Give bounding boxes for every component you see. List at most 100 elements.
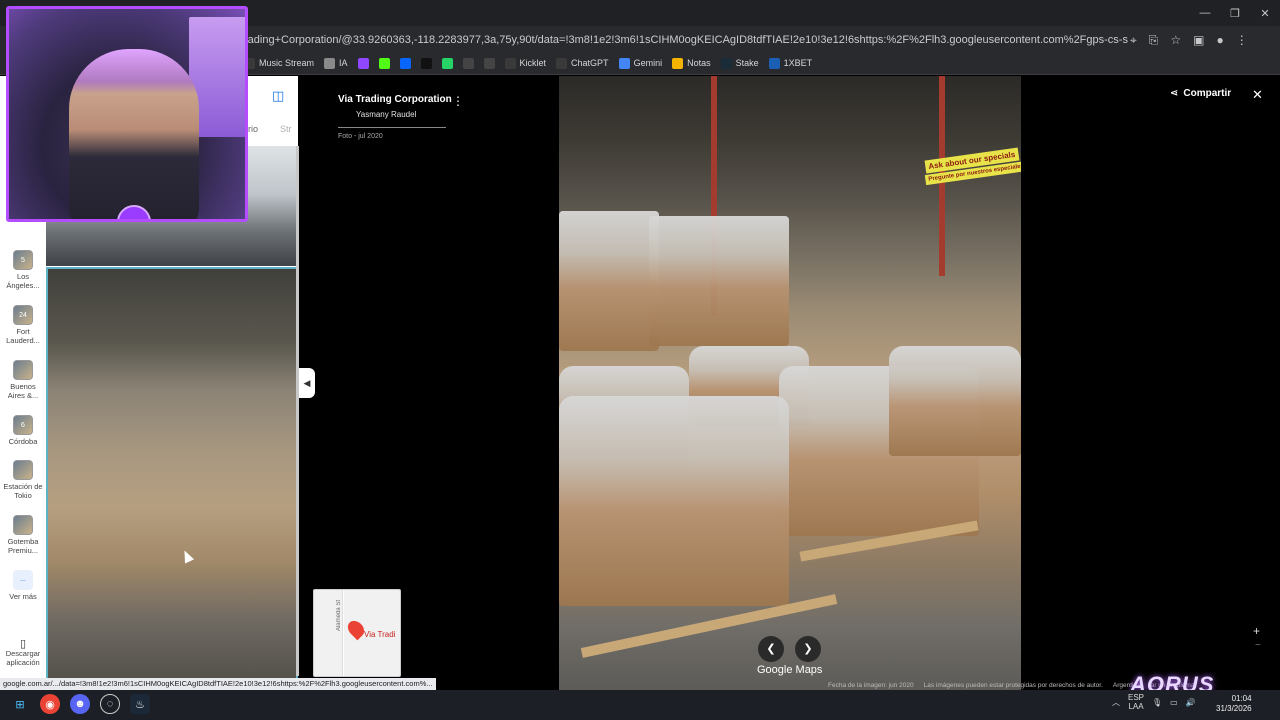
share-page-icon[interactable]: ⎘ bbox=[1149, 30, 1159, 50]
star-icon[interactable]: ☆ bbox=[1170, 30, 1181, 50]
place-label: Gotemba Premiu... bbox=[7, 537, 39, 555]
panel-tab-partial[interactable]: rio bbox=[248, 124, 258, 134]
url-field[interactable]: rading+Corporation/@33.9260363,-118.2283… bbox=[244, 30, 1128, 50]
bookmarks-list: Music Stream IA Kicklet ChatGPT Gemini Notas S… bbox=[244, 55, 812, 71]
next-photo-button[interactable]: ❯ bbox=[795, 636, 821, 662]
folder-icon bbox=[324, 57, 336, 69]
panel-tab-partial-2[interactable]: Str bbox=[280, 124, 292, 134]
bookmark-label: ChatGPT bbox=[571, 58, 609, 68]
bookmark-item[interactable] bbox=[483, 55, 495, 71]
share-icon: ⋖ bbox=[1170, 88, 1179, 99]
clock[interactable]: 01:04 31/3/2026 bbox=[1216, 694, 1252, 714]
bookmark-item[interactable]: IA bbox=[324, 55, 348, 71]
add-photo-icon[interactable]: ◫ bbox=[272, 88, 288, 103]
recent-place-item[interactable]: 5 Los Ángeles... bbox=[2, 250, 44, 290]
recent-place-item[interactable]: ... Ver más bbox=[2, 570, 44, 601]
place-badge: 6 bbox=[21, 422, 25, 429]
bookmark-item[interactable]: Kicklet bbox=[504, 55, 546, 71]
discord-icon[interactable]: ☻ bbox=[70, 694, 90, 714]
close-window-icon[interactable]: ✕ bbox=[1250, 0, 1280, 26]
network-icon[interactable]: ▭ bbox=[1170, 698, 1178, 707]
minimap[interactable]: Alameda St Via Tradi bbox=[313, 589, 401, 677]
minimap-street-label: Alameda St bbox=[336, 600, 342, 632]
notes-icon bbox=[672, 57, 684, 69]
zoom-in-icon[interactable]: + bbox=[1253, 624, 1260, 638]
place-thumbnail: ... bbox=[13, 570, 33, 590]
windows-start-icon[interactable]: ⊞ bbox=[10, 694, 30, 714]
bookmark-item[interactable]: Gemini bbox=[618, 55, 662, 71]
taskbar bbox=[0, 690, 1280, 720]
window-controls: — ❐ ✕ bbox=[1190, 0, 1280, 26]
webcam-overlay bbox=[6, 6, 248, 222]
recent-place-item[interactable]: 24 Fort Lauderd... bbox=[2, 305, 44, 345]
collapse-panel-button[interactable]: ◀ bbox=[299, 368, 315, 398]
place-title[interactable]: Via Trading Corporation bbox=[338, 94, 452, 105]
previous-photo-button[interactable]: ❮ bbox=[758, 636, 784, 662]
copyright-notice[interactable]: Las imágenes pueden estar protegidas por… bbox=[924, 682, 1103, 689]
close-viewer-icon[interactable]: ✕ bbox=[1252, 87, 1263, 103]
address-actions: ⌖ ⎘ ☆ ▣ ● ⋮ bbox=[1130, 30, 1248, 50]
profile-icon[interactable]: ● bbox=[1216, 30, 1223, 50]
photo-thumbnail-selected[interactable] bbox=[46, 267, 298, 680]
bookmark-item[interactable] bbox=[399, 55, 411, 71]
chrome-icon[interactable]: ◉ bbox=[40, 694, 60, 714]
location-icon[interactable]: ⌖ bbox=[1130, 30, 1137, 50]
recent-place-item[interactable]: Gotemba Premiu... bbox=[2, 515, 44, 555]
bolt-icon bbox=[462, 57, 474, 69]
download-app-button[interactable]: ▯ Descargar aplicación bbox=[2, 639, 44, 668]
place-label: Buenos Aires &... bbox=[7, 382, 39, 400]
more-options-icon[interactable]: ⋮ bbox=[452, 94, 464, 108]
minimap-place-label: Via Tradi bbox=[364, 630, 396, 639]
bookmark-label: Stake bbox=[735, 58, 759, 68]
gemini-icon bbox=[618, 57, 630, 69]
stacked-boxes bbox=[559, 211, 659, 351]
bookmark-item[interactable]: Music Stream bbox=[244, 55, 314, 71]
place-badge: ... bbox=[20, 576, 26, 583]
webcam-person bbox=[69, 49, 199, 219]
bookmark-item[interactable] bbox=[441, 55, 453, 71]
place-label: Ver más bbox=[9, 592, 37, 601]
place-thumbnail bbox=[13, 515, 33, 535]
recent-place-item[interactable]: 6 Córdoba bbox=[2, 415, 44, 446]
language-indicator[interactable]: ESP LAA bbox=[1128, 693, 1144, 711]
bookmark-item[interactable]: Notas bbox=[672, 55, 711, 71]
chatgpt-icon bbox=[556, 57, 568, 69]
system-tray: ︿ ESP LAA 🎙 ▭ 🔊 bbox=[1112, 693, 1196, 711]
bookmark-item[interactable]: ChatGPT bbox=[556, 55, 609, 71]
chevron-up-icon[interactable]: ︿ bbox=[1112, 697, 1120, 708]
place-label: Fort Lauderd... bbox=[6, 327, 40, 345]
place-thumbnail: 6 bbox=[13, 415, 33, 435]
stake-icon bbox=[720, 57, 732, 69]
bookmark-label: Notas bbox=[687, 58, 711, 68]
bookmark-item[interactable] bbox=[462, 55, 474, 71]
photo-author[interactable]: Yasmany Raudel bbox=[356, 110, 416, 119]
steam-icon[interactable]: ♨ bbox=[130, 694, 150, 714]
minimize-icon[interactable]: — bbox=[1190, 0, 1220, 26]
gaylord-box bbox=[889, 346, 1021, 456]
status-link-preview: google.com.ar/.../data=!3m8!1e2!3m6!1sCI… bbox=[0, 678, 436, 690]
bookmark-item[interactable]: Stake bbox=[720, 55, 759, 71]
recent-place-item[interactable]: Buenos Aires &... bbox=[2, 360, 44, 400]
meta-icon bbox=[399, 57, 411, 69]
microphone-icon[interactable]: 🎙 bbox=[1152, 698, 1162, 707]
extensions-icon[interactable]: ▣ bbox=[1193, 30, 1204, 50]
maximize-icon[interactable]: ❐ bbox=[1220, 0, 1250, 26]
bookmark-label: 1XBET bbox=[783, 58, 813, 68]
tiktok-icon bbox=[420, 57, 432, 69]
bookmark-item[interactable] bbox=[378, 55, 390, 71]
recent-place-item[interactable]: Estación de Tokio bbox=[2, 460, 44, 500]
stacked-boxes bbox=[649, 216, 789, 346]
share-button[interactable]: ⋖ Compartir bbox=[1170, 88, 1231, 99]
menu-icon[interactable]: ⋮ bbox=[1236, 30, 1248, 50]
bookmark-item[interactable] bbox=[420, 55, 432, 71]
bookmark-item[interactable] bbox=[357, 55, 369, 71]
bookmark-item[interactable]: 1XBET bbox=[768, 55, 813, 71]
volume-icon[interactable]: 🔊 bbox=[1186, 698, 1196, 707]
warehouse-photo[interactable]: Ask about our specials Pregunte por nues… bbox=[559, 76, 1021, 690]
place-badge: 24 bbox=[19, 312, 27, 319]
place-thumbnail bbox=[13, 460, 33, 480]
zoom-out-icon[interactable]: − bbox=[1255, 640, 1261, 651]
obs-icon[interactable]: ◌ bbox=[100, 694, 120, 714]
app-icon bbox=[441, 57, 453, 69]
download-app-label: Descargar aplicación bbox=[5, 649, 41, 667]
